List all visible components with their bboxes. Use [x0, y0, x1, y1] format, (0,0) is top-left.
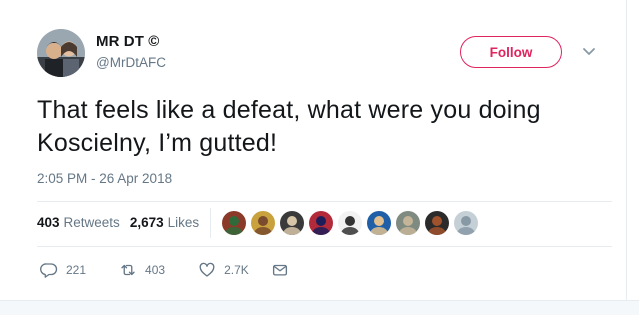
reply-count: 221	[66, 263, 87, 277]
liker-avatar[interactable]	[367, 211, 391, 235]
reply-action[interactable]: 221	[40, 261, 86, 279]
chevron-down-icon[interactable]	[582, 46, 596, 58]
avatar-icon	[396, 211, 420, 235]
avatar-icon	[309, 211, 333, 235]
avatar-icon	[222, 211, 246, 235]
direct-message-action[interactable]	[271, 261, 289, 279]
avatar-icon	[425, 211, 449, 235]
avatar-icon	[338, 211, 362, 235]
tweet-text: That feels like a defeat, what were you …	[37, 96, 541, 157]
card-right-border	[626, 0, 627, 315]
retweet-count: 403	[145, 263, 166, 277]
stats-divider-top	[37, 201, 612, 202]
liker-avatar[interactable]	[454, 211, 478, 235]
retweet-icon[interactable]	[119, 261, 137, 279]
tweet-timestamp[interactable]: 2:05 PM - 26 Apr 2018	[37, 171, 172, 186]
tweet-card: MR DT © @MrDtAFC Follow That feels like …	[0, 0, 639, 315]
avatar-icon	[251, 211, 275, 235]
user-avatar[interactable]	[37, 29, 85, 77]
display-name[interactable]: MR DT ©	[96, 33, 159, 50]
liker-avatar[interactable]	[251, 211, 275, 235]
follow-button[interactable]: Follow	[460, 36, 562, 68]
retweets-label[interactable]: Retweets	[64, 215, 120, 230]
envelope-icon[interactable]	[271, 261, 289, 279]
reply-icon[interactable]	[40, 261, 58, 279]
retweet-action[interactable]: 403	[119, 261, 165, 279]
liker-avatar[interactable]	[280, 211, 304, 235]
liker-avatars	[222, 211, 483, 235]
tweet-actions: 221 403 2.7K	[40, 261, 289, 279]
avatar-icon	[454, 211, 478, 235]
likes-count[interactable]: 2,673	[130, 215, 164, 230]
liker-avatar[interactable]	[396, 211, 420, 235]
user-handle[interactable]: @MrDtAFC	[96, 55, 166, 70]
liker-avatar[interactable]	[222, 211, 246, 235]
liker-avatar[interactable]	[338, 211, 362, 235]
timeline-background	[0, 300, 639, 315]
liker-avatar[interactable]	[425, 211, 449, 235]
likes-label[interactable]: Likes	[168, 215, 200, 230]
like-action[interactable]: 2.7K	[198, 261, 249, 279]
profile-photo-icon	[37, 29, 85, 77]
heart-icon[interactable]	[198, 261, 216, 279]
stats-separator	[210, 208, 211, 238]
avatar-icon	[367, 211, 391, 235]
stats-divider-bottom	[37, 246, 612, 247]
liker-avatar[interactable]	[309, 211, 333, 235]
retweets-count[interactable]: 403	[37, 215, 60, 230]
avatar-icon	[280, 211, 304, 235]
display-name-row[interactable]: MR DT ©	[96, 33, 159, 50]
like-count: 2.7K	[224, 263, 249, 277]
tweet-stats: 403 Retweets 2,673 Likes	[37, 215, 199, 230]
